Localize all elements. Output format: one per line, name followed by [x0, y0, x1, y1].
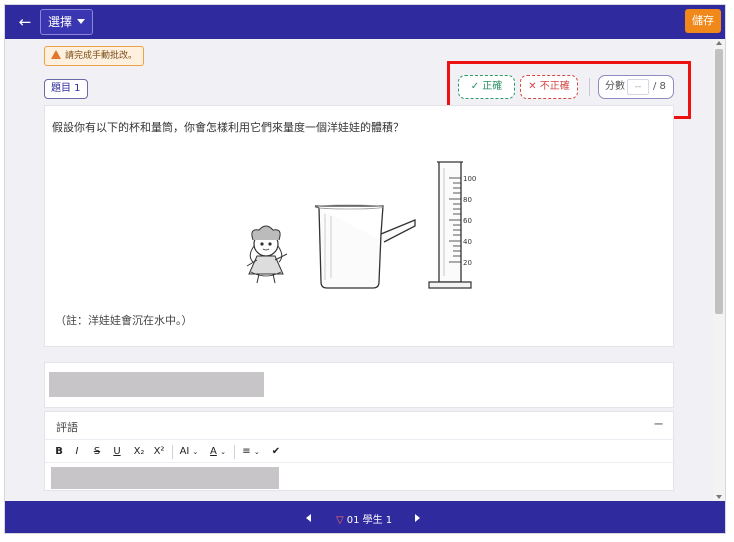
- main-content: 請完成手動批改。 題目 1 ✓ 正確 ✕ 不正確 分數 -- / 8 假設你有以…: [5, 39, 715, 501]
- scroll-up-icon[interactable]: [716, 41, 722, 45]
- select-dropdown[interactable]: 選擇: [40, 9, 94, 35]
- question-card: 假設你有以下的杯和量筒，你會怎樣利用它們來量度一個洋娃娃的體積？ 100 80 …: [44, 105, 674, 347]
- subscript-button[interactable]: X₂: [131, 445, 147, 459]
- collapse-icon[interactable]: −: [653, 417, 664, 432]
- redacted-comment: [51, 467, 279, 489]
- font-size-button[interactable]: AI ⌄: [177, 445, 201, 459]
- chevron-down-icon: ⌄: [253, 448, 260, 456]
- app-window: ← 選擇 儲存 請完成手動批改。 題目 1 ✓ 正確 ✕ 不正確 分數 -- /…: [4, 4, 726, 534]
- special-mark-button[interactable]: ✔: [269, 445, 283, 459]
- notice-text: 請完成手動批改。: [65, 51, 138, 61]
- question-figure: 100 80 60 40 20: [246, 161, 476, 289]
- font-color-button[interactable]: A ⌄: [207, 445, 229, 459]
- warning-icon: [51, 50, 61, 59]
- cylinder-mark-40: 40: [463, 238, 472, 246]
- question-number-badge[interactable]: 題目 1: [44, 79, 88, 99]
- manual-grading-notice: 請完成手動批改。: [44, 46, 145, 66]
- student-selector[interactable]: ▽ 01 學生 1: [336, 511, 392, 526]
- superscript-button[interactable]: X²: [151, 445, 167, 459]
- italic-button[interactable]: I: [71, 445, 83, 459]
- student-answer-card: [44, 362, 674, 408]
- caret-down-icon: [77, 19, 86, 24]
- cylinder-mark-60: 60: [463, 217, 472, 225]
- comment-panel: 評語 − B I S U X₂ X² AI ⌄ A ⌄ ≡ ⌄ ✔: [44, 411, 675, 491]
- cylinder-mark-20: 20: [463, 259, 472, 267]
- select-label: 選擇: [48, 15, 73, 29]
- strikethrough-button[interactable]: S: [91, 445, 103, 459]
- scrollbar[interactable]: [713, 39, 725, 501]
- question-note: （註：洋娃娃會沉在水中。）: [55, 314, 193, 327]
- font-size-label: AI: [179, 446, 190, 457]
- align-button[interactable]: ≡ ⌄: [239, 445, 263, 459]
- top-bar: ← 選擇 儲存: [5, 5, 725, 39]
- doll-image: [246, 225, 288, 284]
- question-text: 假設你有以下的杯和量筒，你會怎樣利用它們來量度一個洋娃娃的體積？: [52, 121, 404, 134]
- previous-student-icon[interactable]: [306, 514, 311, 522]
- font-color-label: A: [210, 446, 217, 457]
- chevron-down-icon: ⌄: [220, 448, 226, 456]
- next-student-icon[interactable]: [415, 514, 420, 522]
- toolbar-divider: [172, 445, 173, 459]
- arrow-left-icon[interactable]: ←: [15, 12, 35, 32]
- measuring-cylinder-image: 100 80 60 40 20: [428, 161, 476, 289]
- beaker-image: [314, 204, 416, 289]
- student-label: 01 學生 1: [346, 515, 393, 526]
- toolbar-divider: [234, 445, 235, 459]
- cylinder-mark-80: 80: [463, 196, 472, 204]
- comment-title: 評語: [56, 421, 78, 434]
- redacted-answer: [49, 372, 264, 397]
- underline-button[interactable]: U: [111, 445, 123, 459]
- save-button[interactable]: 儲存: [685, 9, 721, 33]
- align-icon: ≡: [242, 446, 251, 457]
- bold-button[interactable]: B: [53, 445, 65, 459]
- scroll-down-icon[interactable]: [716, 495, 722, 499]
- comment-editor[interactable]: [45, 464, 675, 490]
- scroll-thumb[interactable]: [715, 49, 723, 314]
- editor-toolbar: B I S U X₂ X² AI ⌄ A ⌄ ≡ ⌄ ✔: [45, 441, 675, 463]
- cylinder-mark-100: 100: [463, 175, 476, 183]
- comment-header[interactable]: 評語 −: [45, 412, 675, 440]
- chevron-down-icon: ⌄: [192, 448, 199, 456]
- bottom-bar: ▽ 01 學生 1: [5, 501, 725, 533]
- filter-icon: ▽: [336, 515, 344, 526]
